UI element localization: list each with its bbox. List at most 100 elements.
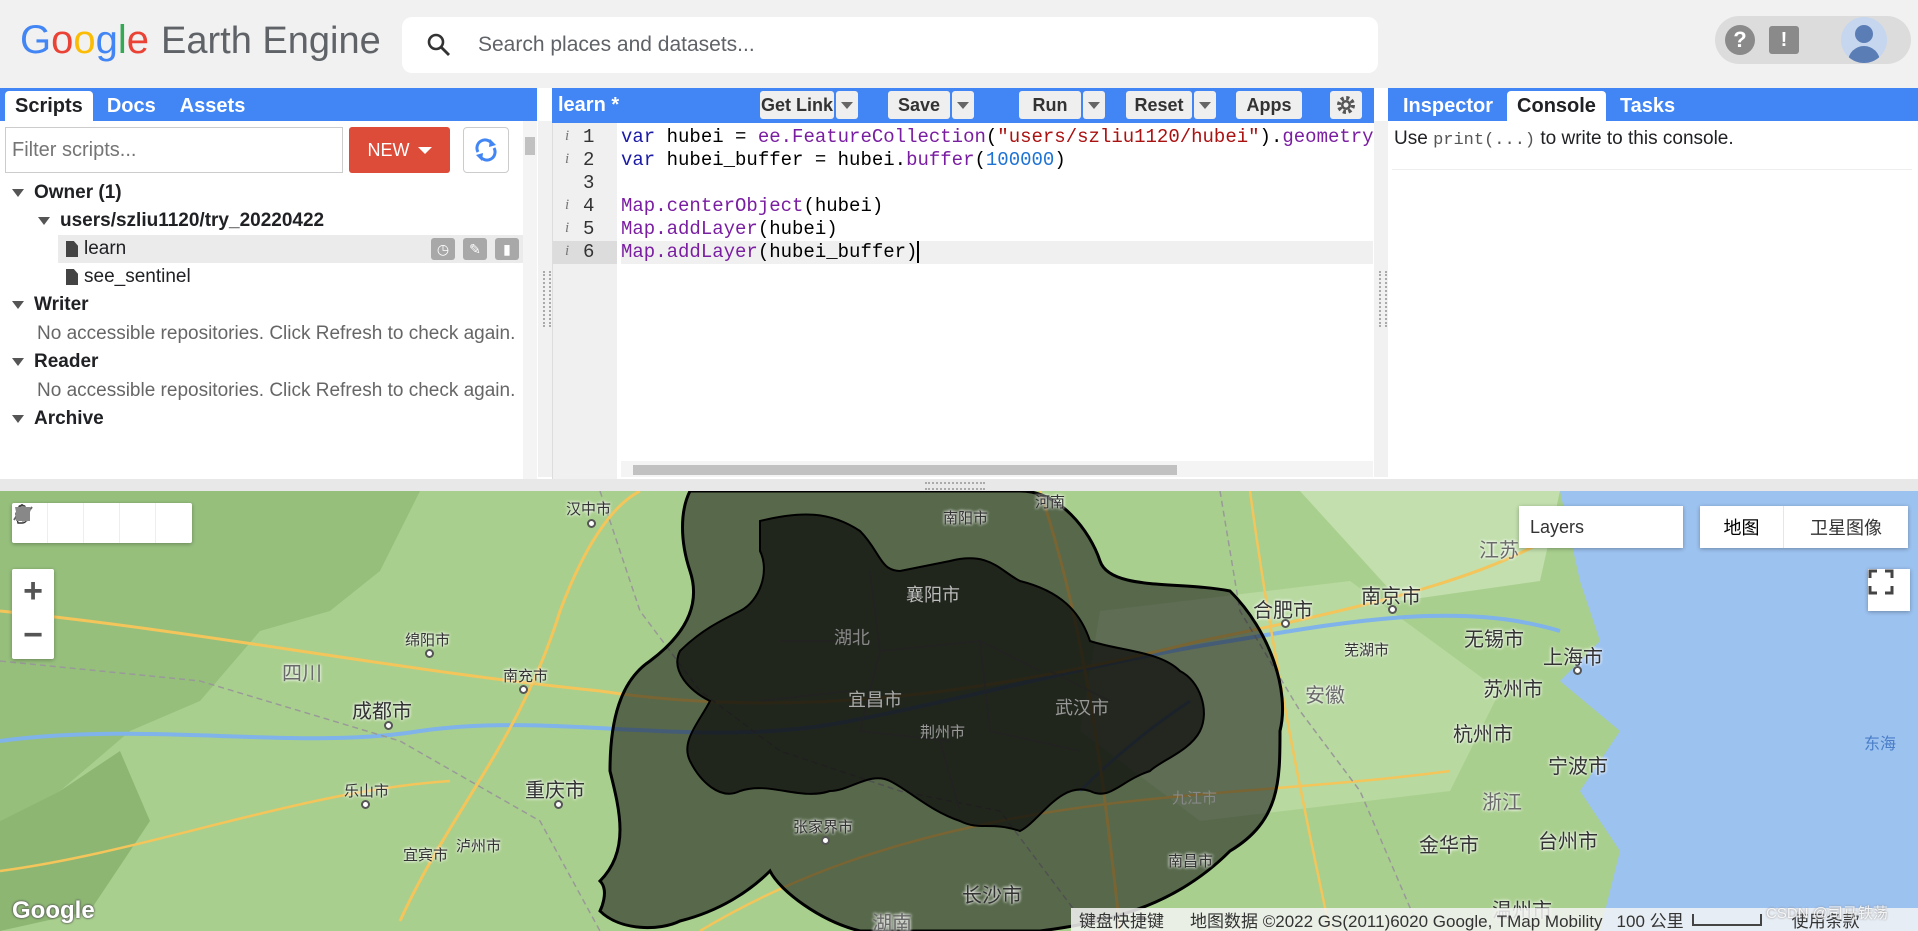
- map-splitter[interactable]: [0, 479, 1918, 491]
- new-button[interactable]: NEW: [349, 127, 450, 173]
- expand-triangle-icon: [12, 415, 24, 423]
- gear-icon: [1337, 96, 1355, 114]
- code-line-5[interactable]: Map.addLayer(hubei): [621, 218, 1373, 241]
- get-link-button[interactable]: Get Link: [760, 91, 834, 119]
- scrollbar-thumb[interactable]: [633, 465, 1177, 475]
- rectangle-icon[interactable]: [16, 503, 192, 543]
- refresh-button[interactable]: [463, 127, 509, 173]
- console-panel: Use print(...) to write to this console.: [1388, 121, 1918, 479]
- right-splitter[interactable]: [1374, 121, 1388, 477]
- editor-horizontal-scrollbar[interactable]: [621, 461, 1373, 477]
- left-splitter[interactable]: [538, 121, 552, 477]
- tree-archive[interactable]: Archive: [0, 405, 525, 433]
- zoom-out-button[interactable]: −: [12, 613, 54, 657]
- city-label-shanghai: 上海市: [1543, 647, 1603, 669]
- keyboard-shortcuts-link[interactable]: 键盘快捷键: [1079, 907, 1164, 931]
- tree-file-see-sentinel[interactable]: see_sentinel: [0, 263, 525, 291]
- scripts-scrollbar[interactable]: [523, 121, 537, 479]
- layers-button[interactable]: Layers: [1519, 506, 1683, 548]
- logo-letter-l: l: [117, 18, 127, 62]
- apps-button[interactable]: Apps: [1236, 91, 1302, 119]
- file-icon: [66, 269, 78, 285]
- search-bar[interactable]: [402, 17, 1378, 73]
- get-link-dropdown[interactable]: [836, 91, 858, 119]
- city-dot: [554, 800, 563, 809]
- city-dot: [587, 519, 596, 528]
- tree-reader[interactable]: Reader: [0, 348, 525, 376]
- code-token: "users/szliu1120/hubei": [997, 126, 1260, 148]
- sea-label-east-sea: 东海: [1864, 736, 1897, 753]
- search-input[interactable]: [478, 33, 1358, 57]
- code-editor[interactable]: i1 i2 3 i4 i5 i6 var hubei = ee.FeatureC…: [552, 123, 1374, 479]
- tab-scripts[interactable]: Scripts: [5, 91, 93, 121]
- filter-scripts-input[interactable]: [5, 127, 343, 173]
- writer-message: No accessible repositories. Click Refres…: [37, 323, 516, 344]
- marker-icon[interactable]: [18, 503, 84, 543]
- info-marker-icon[interactable]: i: [565, 220, 569, 237]
- editor-toolbar: learn * Get Link Save Run Reset Apps: [552, 88, 1374, 123]
- city-label-jinhua: 金华市: [1419, 835, 1479, 857]
- zoom-in-button[interactable]: +: [12, 569, 54, 613]
- tree-file-learn[interactable]: learn ◷ ✎ ▮: [58, 235, 525, 263]
- user-avatar-icon[interactable]: [1841, 17, 1887, 63]
- reset-button[interactable]: Reset: [1126, 91, 1192, 119]
- code-token: geometry: [1282, 126, 1373, 148]
- divider: [1392, 169, 1912, 170]
- chevron-down-icon: [417, 146, 432, 154]
- run-dropdown[interactable]: [1083, 91, 1105, 119]
- info-marker-icon[interactable]: i: [565, 197, 569, 214]
- avatar-body: [1848, 46, 1880, 63]
- line-number-3: 3: [553, 172, 617, 195]
- edit-icon[interactable]: ✎: [463, 238, 487, 260]
- tab-assets[interactable]: Assets: [170, 91, 256, 121]
- tab-tasks[interactable]: Tasks: [1610, 91, 1685, 121]
- code-line-2[interactable]: var hubei_buffer = hubei.buffer(100000): [621, 149, 1373, 172]
- line-number-text: 5: [583, 218, 595, 240]
- line-number-text: 4: [583, 195, 595, 217]
- info-marker-icon[interactable]: i: [565, 128, 569, 145]
- code-line-1[interactable]: var hubei = ee.FeatureCollection("users/…: [621, 126, 1373, 149]
- tree-writer[interactable]: Writer: [0, 291, 525, 319]
- code-token: var: [621, 149, 656, 171]
- help-icon[interactable]: ?: [1725, 25, 1755, 55]
- tree-repo[interactable]: users/szliu1120/try_20220422: [0, 207, 525, 235]
- google-map-logo: Google: [12, 897, 95, 924]
- info-marker-icon[interactable]: i: [565, 243, 569, 260]
- map-type-satellite[interactable]: 卫星图像: [1784, 506, 1908, 548]
- tab-docs[interactable]: Docs: [97, 91, 166, 121]
- save-button[interactable]: Save: [888, 91, 950, 119]
- tree-owner[interactable]: Owner (1): [0, 179, 525, 207]
- code-token: var: [621, 126, 656, 148]
- tab-console[interactable]: Console: [1507, 91, 1606, 121]
- city-label-yibin: 宜宾市: [403, 847, 449, 864]
- code-token: Map.addLayer: [621, 218, 758, 240]
- map-type-map[interactable]: 地图: [1700, 506, 1784, 548]
- code-line-6[interactable]: Map.addLayer(hubei_buffer): [621, 241, 1373, 264]
- tab-inspector[interactable]: Inspector: [1393, 91, 1503, 121]
- region-label-hunan: 湖南: [872, 913, 912, 931]
- map-view[interactable]: 汉中市 南阳市 河南 襄阳市 湖北 宜昌市 武汉市 荆州市 绵阳市 四川 南充市…: [0, 491, 1918, 931]
- info-marker-icon[interactable]: i: [565, 151, 569, 168]
- scrollbar-thumb[interactable]: [525, 137, 535, 155]
- run-button[interactable]: Run: [1019, 91, 1081, 119]
- history-icon[interactable]: ◷: [431, 238, 455, 260]
- feedback-icon[interactable]: !: [1769, 26, 1799, 54]
- save-dropdown[interactable]: [952, 91, 974, 119]
- polyline-icon[interactable]: [13, 503, 120, 543]
- city-label-yichang: 宜昌市: [848, 690, 902, 710]
- archive-label: Archive: [34, 408, 104, 429]
- earth-engine-logo[interactable]: G o o g l e Earth Engine: [20, 18, 381, 68]
- polygon-icon[interactable]: [15, 503, 156, 543]
- owner-label: Owner (1): [34, 182, 122, 203]
- code-token: 100000: [985, 149, 1055, 171]
- reset-dropdown[interactable]: [1194, 91, 1216, 119]
- logo-letter-g2: g: [95, 18, 118, 62]
- code-line-4[interactable]: Map.centerObject(hubei): [621, 195, 1373, 218]
- delete-icon[interactable]: ▮: [495, 238, 519, 260]
- scale-text[interactable]: 100 公里: [1617, 907, 1684, 931]
- city-dot: [1388, 605, 1397, 614]
- fullscreen-button[interactable]: [1868, 569, 1910, 611]
- city-label-jiujiang: 九江市: [1172, 790, 1218, 807]
- settings-button[interactable]: [1330, 91, 1362, 119]
- code-line-3[interactable]: [621, 172, 1373, 195]
